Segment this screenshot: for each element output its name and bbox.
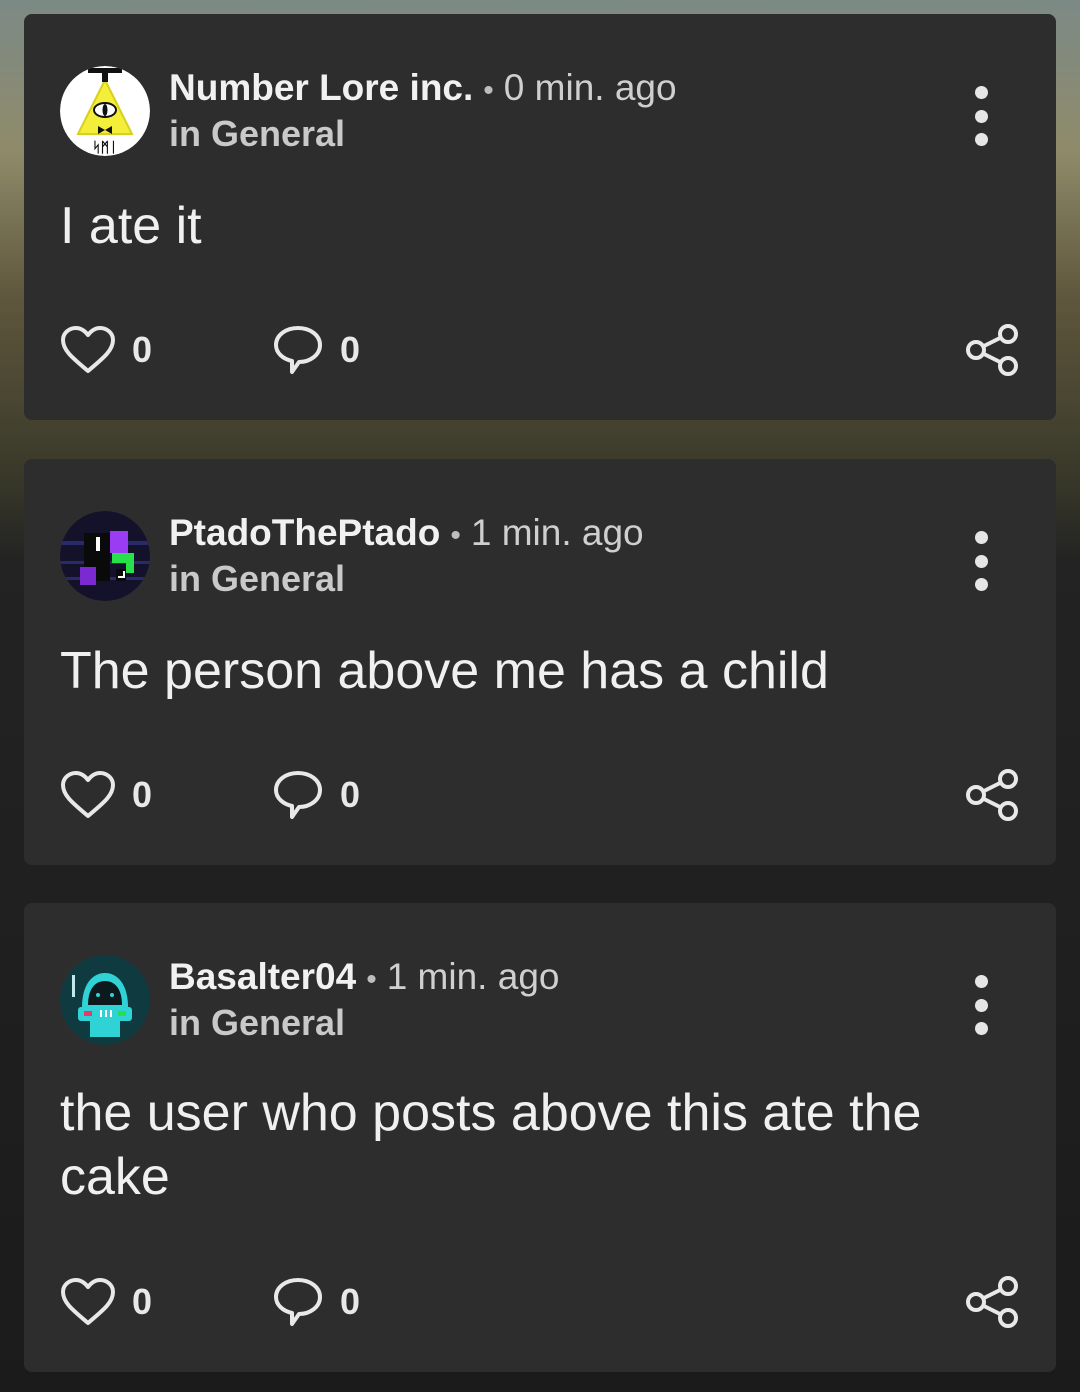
share-button[interactable] bbox=[964, 765, 1020, 825]
heart-icon bbox=[61, 771, 115, 818]
more-dot-icon bbox=[974, 998, 988, 1012]
speech-bubble-icon bbox=[274, 326, 322, 374]
more-options-button[interactable] bbox=[966, 86, 996, 146]
comment-count: 0 bbox=[340, 774, 361, 815]
post-actions: 0 0 bbox=[60, 765, 1020, 825]
more-dot-icon bbox=[974, 554, 988, 568]
share-button[interactable] bbox=[964, 1272, 1020, 1332]
speech-bubble-icon bbox=[274, 1278, 322, 1326]
post-card[interactable]: ᛋᛗᛁ Number Lore inc. • 0 min. ago in Gener… bbox=[24, 14, 1056, 420]
heart-icon bbox=[61, 1278, 115, 1325]
share-icon bbox=[966, 769, 1018, 821]
more-dot-icon bbox=[974, 975, 988, 988]
comment-button[interactable]: 0 bbox=[272, 1272, 360, 1332]
share-icon bbox=[966, 1276, 1018, 1328]
like-count: 0 bbox=[132, 774, 153, 815]
like-button[interactable]: 0 bbox=[60, 765, 152, 825]
post-meta: PtadoThePtado • 1 min. ago in General bbox=[169, 511, 644, 603]
meta-separator: • bbox=[450, 519, 461, 552]
avatar[interactable]: ᛋᛗᛁ bbox=[60, 66, 150, 156]
triangle-eye-avatar-icon: ᛋᛗᛁ bbox=[60, 66, 150, 156]
meta-separator: • bbox=[366, 963, 377, 996]
like-button[interactable]: 0 bbox=[60, 320, 152, 380]
post-card[interactable]: PtadoThePtado • 1 min. ago in General The … bbox=[24, 459, 1056, 865]
more-options-button[interactable] bbox=[966, 975, 996, 1035]
avatar[interactable] bbox=[60, 955, 150, 1045]
author-name[interactable]: PtadoThePtado bbox=[169, 512, 440, 553]
speech-bubble-icon bbox=[274, 771, 322, 819]
more-dot-icon bbox=[974, 109, 988, 123]
author-name[interactable]: Basalter04 bbox=[169, 956, 356, 997]
post-body[interactable]: I ate it bbox=[60, 194, 1016, 258]
like-count: 0 bbox=[132, 1281, 153, 1322]
more-dot-icon bbox=[974, 133, 988, 146]
more-dot-icon bbox=[974, 1022, 988, 1035]
avatar[interactable] bbox=[60, 511, 150, 601]
post-time: 1 min. ago bbox=[470, 512, 644, 553]
community-link[interactable]: in General bbox=[169, 555, 644, 603]
share-icon bbox=[966, 324, 1018, 376]
like-count: 0 bbox=[132, 329, 153, 370]
comment-count: 0 bbox=[340, 329, 361, 370]
comment-button[interactable]: 0 bbox=[272, 765, 360, 825]
more-options-button[interactable] bbox=[966, 531, 996, 591]
meta-separator: • bbox=[483, 74, 494, 107]
like-button[interactable]: 0 bbox=[60, 1272, 152, 1332]
robot-helmet-avatar-icon bbox=[60, 955, 150, 1045]
community-link[interactable]: in General bbox=[169, 110, 677, 158]
post-card[interactable]: Basalter04 • 1 min. ago in General the use… bbox=[24, 903, 1056, 1372]
more-dot-icon bbox=[974, 578, 988, 591]
post-actions: 0 0 bbox=[60, 320, 1020, 380]
comment-button[interactable]: 0 bbox=[272, 320, 360, 380]
post-body[interactable]: the user who posts above this ate the ca… bbox=[60, 1081, 1016, 1209]
svg-text:ᛋᛗᛁ: ᛋᛗᛁ bbox=[92, 140, 117, 156]
more-dot-icon bbox=[974, 86, 988, 99]
post-time: 0 min. ago bbox=[503, 67, 677, 108]
more-dot-icon bbox=[974, 531, 988, 544]
post-actions: 0 0 bbox=[60, 1272, 1020, 1332]
community-link[interactable]: in General bbox=[169, 999, 559, 1047]
comment-count: 0 bbox=[340, 1281, 361, 1322]
share-button[interactable] bbox=[964, 320, 1020, 380]
author-name[interactable]: Number Lore inc. bbox=[169, 67, 473, 108]
heart-icon bbox=[61, 326, 115, 373]
post-meta: Basalter04 • 1 min. ago in General bbox=[169, 955, 559, 1047]
post-meta: Number Lore inc. • 0 min. ago in General bbox=[169, 66, 677, 158]
post-time: 1 min. ago bbox=[386, 956, 560, 997]
pixel-face-avatar-icon bbox=[60, 511, 150, 601]
post-body[interactable]: The person above me has a child bbox=[60, 639, 1016, 703]
